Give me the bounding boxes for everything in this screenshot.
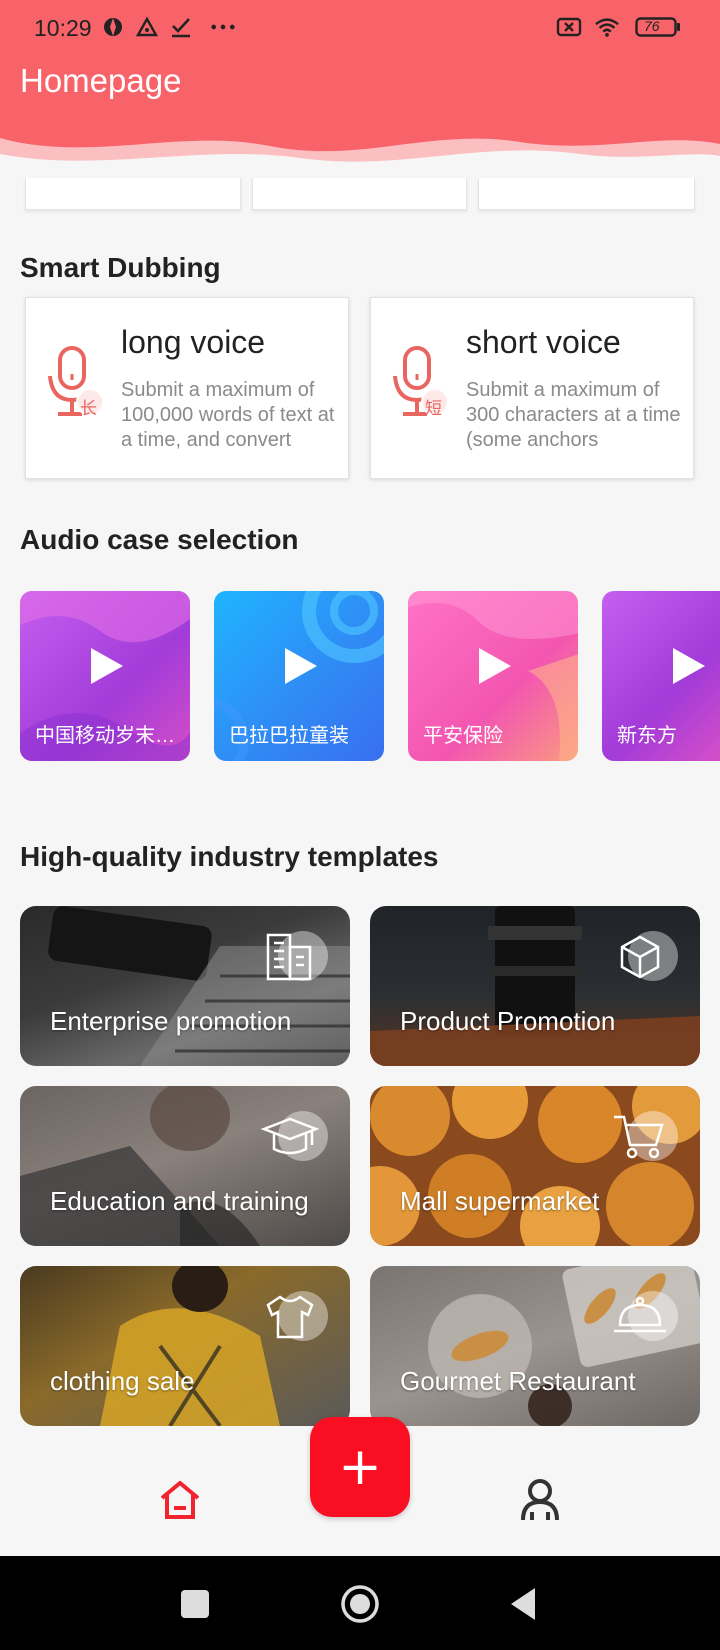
template-label: Enterprise promotion (50, 1006, 292, 1036)
battery-icon: 76 (634, 14, 682, 40)
play-icon[interactable] (87, 646, 127, 686)
audio-case-title: Audio case selection (20, 524, 299, 555)
template-label: Education and training (50, 1186, 309, 1216)
home-system-icon[interactable] (340, 1584, 380, 1624)
graduation-cap-icon (260, 1117, 320, 1155)
case-label: 巴拉巴拉童装 (229, 725, 349, 747)
short-voice-badge: 短 (425, 399, 442, 418)
audio-case-item[interactable]: 新东方 (602, 591, 720, 761)
check-icon (168, 14, 194, 40)
cloche-icon (614, 1296, 666, 1333)
previous-card[interactable] (478, 178, 695, 210)
wifi-icon (594, 14, 620, 40)
back-icon[interactable] (505, 1584, 545, 1624)
smart-dubbing-title: Smart Dubbing (20, 252, 221, 283)
case-label: 新东方 (617, 725, 677, 747)
previous-card[interactable] (252, 178, 467, 210)
app-header: 10:29 76 Homepage (0, 0, 720, 182)
header-wave (0, 138, 720, 182)
template-label: Product Promotion (400, 1006, 616, 1036)
cart-icon (614, 1115, 664, 1159)
case-label: 中国移动岁末… (35, 725, 175, 747)
template-label: Gourmet Restaurant (400, 1366, 636, 1396)
home-icon[interactable] (158, 1478, 202, 1522)
template-photo (48, 906, 350, 1066)
system-nav-bar (0, 1556, 720, 1650)
previous-card[interactable] (25, 178, 241, 210)
template-photo (428, 1266, 700, 1426)
more-icon (210, 14, 236, 40)
play-icon[interactable] (281, 646, 321, 686)
short-voice-card[interactable]: 短 short voice Submit a maximum of 300 ch… (370, 297, 694, 479)
long-voice-title: long voice (121, 324, 266, 360)
status-time: 10:29 (34, 15, 92, 41)
template-card-restaurant[interactable]: Gourmet Restaurant (370, 1266, 700, 1426)
templates-title: High-quality industry templates (20, 841, 439, 872)
warning-icon (134, 14, 160, 40)
audio-case-item[interactable]: 中国移动岁末… (20, 591, 190, 761)
add-button[interactable]: + (310, 1417, 410, 1517)
user-icon[interactable] (518, 1478, 562, 1522)
short-voice-title: short voice (466, 324, 621, 360)
cube-icon (620, 935, 660, 979)
template-card-mall[interactable]: Mall supermarket (370, 1086, 700, 1246)
play-icon[interactable] (669, 646, 709, 686)
shirt-icon (266, 1295, 314, 1339)
template-label: Mall supermarket (400, 1186, 600, 1216)
audio-case-item[interactable]: 平安保险 (408, 591, 578, 761)
short-voice-description: Submit a maximum of 300 characters at a … (466, 379, 681, 451)
long-voice-badge: 长 (80, 399, 97, 418)
building-icon (266, 933, 312, 981)
template-card-education[interactable]: Education and training (20, 1086, 350, 1246)
no-sim-icon (556, 14, 582, 40)
status-bar: 10:29 76 (0, 0, 720, 56)
audio-case-item[interactable]: 巴拉巴拉童装 (214, 591, 384, 761)
add-button-label: + (338, 1437, 382, 1497)
template-card-product[interactable]: Product Promotion (370, 906, 700, 1066)
battery-level: 76 (644, 18, 660, 34)
page-title: Homepage (20, 62, 182, 99)
template-card-clothing[interactable]: clothing sale (20, 1266, 350, 1426)
template-card-enterprise[interactable]: Enterprise promotion (20, 906, 350, 1066)
template-photo (370, 906, 700, 1066)
aperture-icon (100, 14, 126, 40)
recents-icon[interactable] (175, 1584, 215, 1624)
template-photo (370, 1086, 700, 1246)
template-photo (100, 1266, 280, 1426)
play-icon[interactable] (475, 646, 515, 686)
template-label: clothing sale (50, 1366, 195, 1396)
long-voice-card[interactable]: 长 long voice Submit a maximum of 100,000… (25, 297, 349, 479)
long-voice-description: Submit a maximum of 100,000 words of tex… (121, 379, 335, 451)
case-label: 平安保险 (423, 725, 503, 747)
template-photo (20, 1086, 260, 1246)
